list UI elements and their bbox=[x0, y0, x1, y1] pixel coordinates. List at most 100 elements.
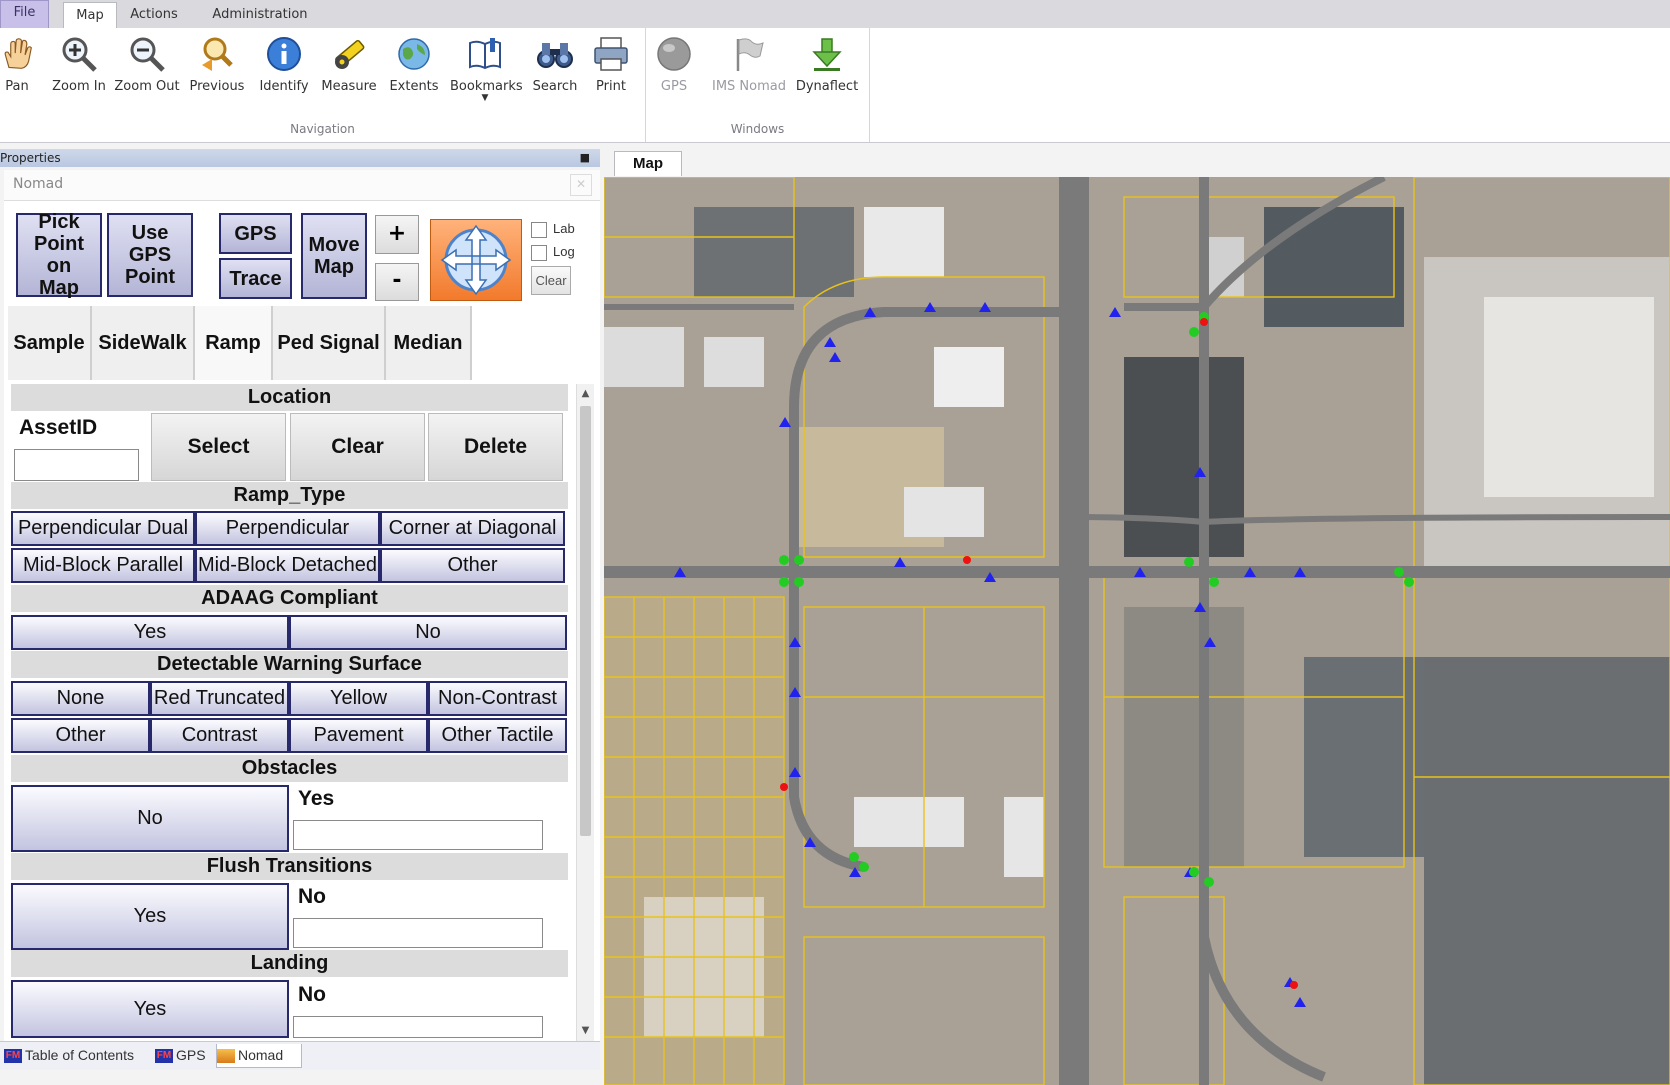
map-view[interactable] bbox=[604, 177, 1670, 1085]
ramp-type-perpendicular-dual[interactable]: Perpendicular Dual bbox=[11, 511, 195, 546]
select-button[interactable]: Select bbox=[151, 413, 286, 481]
tab-administration[interactable]: Administration bbox=[200, 2, 320, 27]
ramp-type-section-title: Ramp_Type bbox=[11, 482, 568, 509]
dws-other-tactile[interactable]: Other Tactile bbox=[428, 718, 567, 753]
navigation-group-label: Navigation bbox=[290, 122, 355, 136]
clear-map-button[interactable]: Clear bbox=[531, 266, 571, 295]
obstacles-section-title: Obstacles bbox=[11, 755, 568, 782]
identify-button[interactable]: Identify bbox=[255, 32, 313, 124]
search-button[interactable]: Search bbox=[527, 32, 583, 124]
zoom-minus-button[interactable]: - bbox=[375, 263, 419, 301]
close-icon[interactable]: ✕ bbox=[570, 174, 592, 196]
previous-button[interactable]: Previous bbox=[186, 32, 248, 124]
ramp-type-corner-at-diagonal[interactable]: Corner at Diagonal bbox=[380, 511, 565, 546]
pan-button[interactable]: Pan bbox=[0, 32, 34, 124]
scroll-thumb[interactable] bbox=[580, 406, 591, 836]
ramp-type-other[interactable]: Other bbox=[380, 548, 565, 583]
scroll-down-icon[interactable]: ▼ bbox=[577, 1021, 594, 1041]
tape-measure-icon bbox=[335, 39, 365, 69]
chevron-down-icon: ▼ bbox=[481, 93, 489, 103]
log-checkbox[interactable]: Log bbox=[531, 244, 575, 261]
tab-sidewalk[interactable]: SideWalk bbox=[92, 306, 195, 380]
pin-icon[interactable]: ■ bbox=[580, 149, 590, 167]
dws-non-contrast[interactable]: Non-Contrast bbox=[428, 681, 567, 716]
flush-input[interactable] bbox=[293, 918, 543, 948]
landing-input[interactable] bbox=[293, 1016, 543, 1038]
windows-group-label: Windows bbox=[730, 122, 785, 136]
tab-table-of-contents[interactable]: FM Table of Contents bbox=[4, 1044, 152, 1067]
aerial-map[interactable] bbox=[604, 177, 1670, 1085]
tab-gps[interactable]: FM GPS bbox=[155, 1044, 215, 1067]
tab-median[interactable]: Median bbox=[386, 306, 472, 380]
adaag-section-title: ADAAG Compliant bbox=[11, 585, 568, 612]
printer-icon bbox=[594, 37, 628, 71]
map-document-tab[interactable]: Map bbox=[614, 151, 682, 176]
tab-ped-signal[interactable]: Ped Signal bbox=[273, 306, 386, 380]
ramp-type-mid-block-detached[interactable]: Mid-Block Detached bbox=[195, 548, 380, 583]
obstacles-input[interactable] bbox=[293, 820, 543, 850]
tab-ramp[interactable]: Ramp bbox=[195, 306, 273, 380]
dws-none[interactable]: None bbox=[11, 681, 150, 716]
tab-file[interactable]: File bbox=[0, 0, 49, 29]
adaag-no[interactable]: No bbox=[289, 615, 567, 650]
measure-button[interactable]: Measure bbox=[320, 32, 378, 124]
dws-other[interactable]: Other bbox=[11, 718, 150, 753]
dynaflect-label: Dynaflect bbox=[795, 79, 859, 94]
log-checkbox-box[interactable] bbox=[531, 244, 547, 261]
gps-globe-icon bbox=[657, 37, 691, 71]
zoom-in-button[interactable]: Zoom In bbox=[48, 32, 110, 124]
landing-no-label: No bbox=[298, 983, 326, 1006]
dws-yellow[interactable]: Yellow bbox=[289, 681, 428, 716]
tab-nomad[interactable]: Nomad bbox=[216, 1044, 302, 1068]
dws-red-truncated[interactable]: Red Truncated bbox=[150, 681, 289, 716]
extents-button[interactable]: Extents bbox=[384, 32, 444, 124]
identify-label: Identify bbox=[259, 79, 309, 94]
scroll-up-icon[interactable]: ▲ bbox=[577, 384, 594, 404]
flush-yes-button[interactable]: Yes bbox=[11, 883, 289, 950]
delete-button[interactable]: Delete bbox=[428, 413, 563, 481]
assetid-input[interactable] bbox=[14, 449, 139, 481]
ramp-type-mid-block-parallel[interactable]: Mid-Block Parallel bbox=[11, 548, 195, 583]
flush-no-label: No bbox=[298, 885, 326, 908]
pan-arrows-widget[interactable] bbox=[430, 219, 522, 301]
lab-checkbox-box[interactable] bbox=[531, 221, 547, 238]
panel-bottom-tabs: FM Table of Contents FM GPS Nomad bbox=[0, 1041, 600, 1070]
tab-actions[interactable]: Actions bbox=[120, 2, 188, 27]
trace-button[interactable]: Trace bbox=[219, 258, 292, 299]
zoom-plus-button[interactable]: + bbox=[375, 215, 419, 254]
windows-group: GPS IMS Nomad Dynaflect Windows bbox=[646, 28, 870, 142]
move-map-button[interactable]: Move Map bbox=[301, 213, 367, 299]
zoom-out-button[interactable]: Zoom Out bbox=[114, 32, 180, 124]
ramp-type-perpendicular[interactable]: Perpendicular bbox=[195, 511, 380, 546]
bookmarks-button[interactable]: Bookmarks ▼ bbox=[450, 32, 523, 124]
lab-checkbox[interactable]: Lab bbox=[531, 221, 575, 238]
zoom-out-icon bbox=[130, 37, 165, 72]
landing-yes-button[interactable]: Yes bbox=[11, 980, 289, 1038]
tab-sample[interactable]: Sample bbox=[8, 306, 92, 380]
zoom-out-label: Zoom Out bbox=[114, 79, 180, 94]
bookmarks-label: Bookmarks bbox=[450, 79, 523, 94]
obstacles-no-button[interactable]: No bbox=[11, 785, 289, 852]
info-icon bbox=[267, 37, 301, 71]
pick-point-button[interactable]: Pick Point on Map bbox=[16, 211, 102, 299]
form-scrollbar[interactable]: ▲ ▼ bbox=[576, 384, 594, 1041]
dws-contrast[interactable]: Contrast bbox=[150, 718, 289, 753]
dws-section-title: Detectable Warning Surface bbox=[11, 651, 568, 678]
adaag-yes[interactable]: Yes bbox=[11, 615, 289, 650]
tab-map[interactable]: Map bbox=[63, 2, 117, 29]
search-label: Search bbox=[532, 79, 578, 94]
flush-section-title: Flush Transitions bbox=[11, 853, 568, 880]
ims-nomad-button[interactable]: IMS Nomad bbox=[712, 32, 786, 124]
previous-label: Previous bbox=[189, 79, 245, 94]
gps-window-button[interactable]: GPS bbox=[654, 32, 694, 124]
dws-pavement[interactable]: Pavement bbox=[289, 718, 428, 753]
fm-logo-icon: FM bbox=[155, 1049, 173, 1064]
clear-button[interactable]: Clear bbox=[290, 413, 425, 481]
gps-button[interactable]: GPS bbox=[219, 213, 292, 254]
ribbon-tab-bar: File Map Actions Administration bbox=[0, 0, 1670, 29]
print-button[interactable]: Print bbox=[588, 32, 634, 124]
dynaflect-button[interactable]: Dynaflect bbox=[794, 32, 860, 124]
hand-icon bbox=[4, 38, 32, 69]
landing-section-title: Landing bbox=[11, 950, 568, 977]
use-gps-point-button[interactable]: Use GPS Point bbox=[107, 213, 193, 297]
